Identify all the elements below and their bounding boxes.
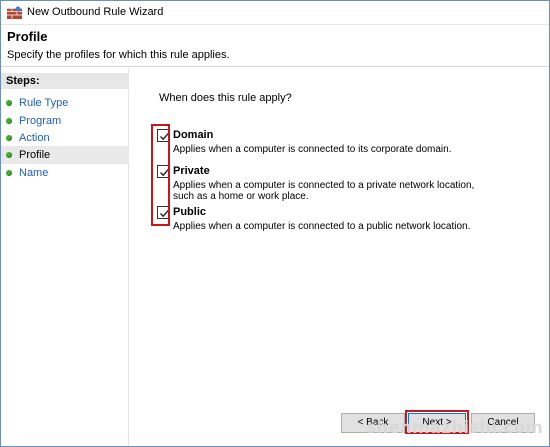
step-status-icon — [6, 135, 12, 141]
wizard-window: New Outbound Rule Wizard Profile Specify… — [0, 0, 550, 447]
step-label[interactable]: Name — [19, 167, 48, 179]
private-label[interactable]: Private — [173, 165, 210, 177]
question-label: When does this rule apply? — [159, 92, 292, 104]
step-rule-type[interactable]: Rule Type — [1, 94, 129, 112]
step-label[interactable]: Rule Type — [19, 97, 68, 109]
step-profile: Profile — [1, 146, 129, 164]
watermark: shenmazhishi.com — [366, 418, 543, 438]
step-action[interactable]: Action — [1, 129, 129, 147]
page-title: Profile — [7, 29, 48, 44]
steps-heading-label: Steps: — [6, 75, 40, 87]
step-status-icon — [6, 118, 12, 124]
page-subtitle: Specify the profiles for which this rule… — [7, 49, 230, 61]
step-label[interactable]: Program — [19, 115, 61, 127]
step-status-icon — [6, 152, 12, 158]
firewall-icon — [7, 6, 22, 20]
domain-description: Applies when a computer is connected to … — [173, 144, 452, 155]
steps-panel: Steps: Rule Type Program Action Profile … — [1, 68, 129, 446]
step-name[interactable]: Name — [1, 164, 129, 182]
domain-label[interactable]: Domain — [173, 129, 213, 141]
step-status-icon — [6, 170, 12, 176]
public-description: Applies when a computer is connected to … — [173, 221, 471, 232]
window-title: New Outbound Rule Wizard — [27, 6, 164, 18]
checkbox-highlight-box — [151, 124, 170, 226]
step-status-icon — [6, 100, 12, 106]
step-label[interactable]: Action — [19, 132, 50, 144]
private-description: Applies when a computer is connected to … — [173, 180, 475, 202]
steps-heading: Steps: — [1, 73, 129, 89]
step-label: Profile — [19, 149, 51, 161]
title-bar: New Outbound Rule Wizard — [1, 1, 549, 25]
step-program[interactable]: Program — [1, 112, 129, 130]
public-label[interactable]: Public — [173, 206, 206, 218]
wizard-header: Profile Specify the profiles for which t… — [1, 25, 549, 67]
main-content: When does this rule apply? Domain Applie… — [130, 68, 549, 446]
